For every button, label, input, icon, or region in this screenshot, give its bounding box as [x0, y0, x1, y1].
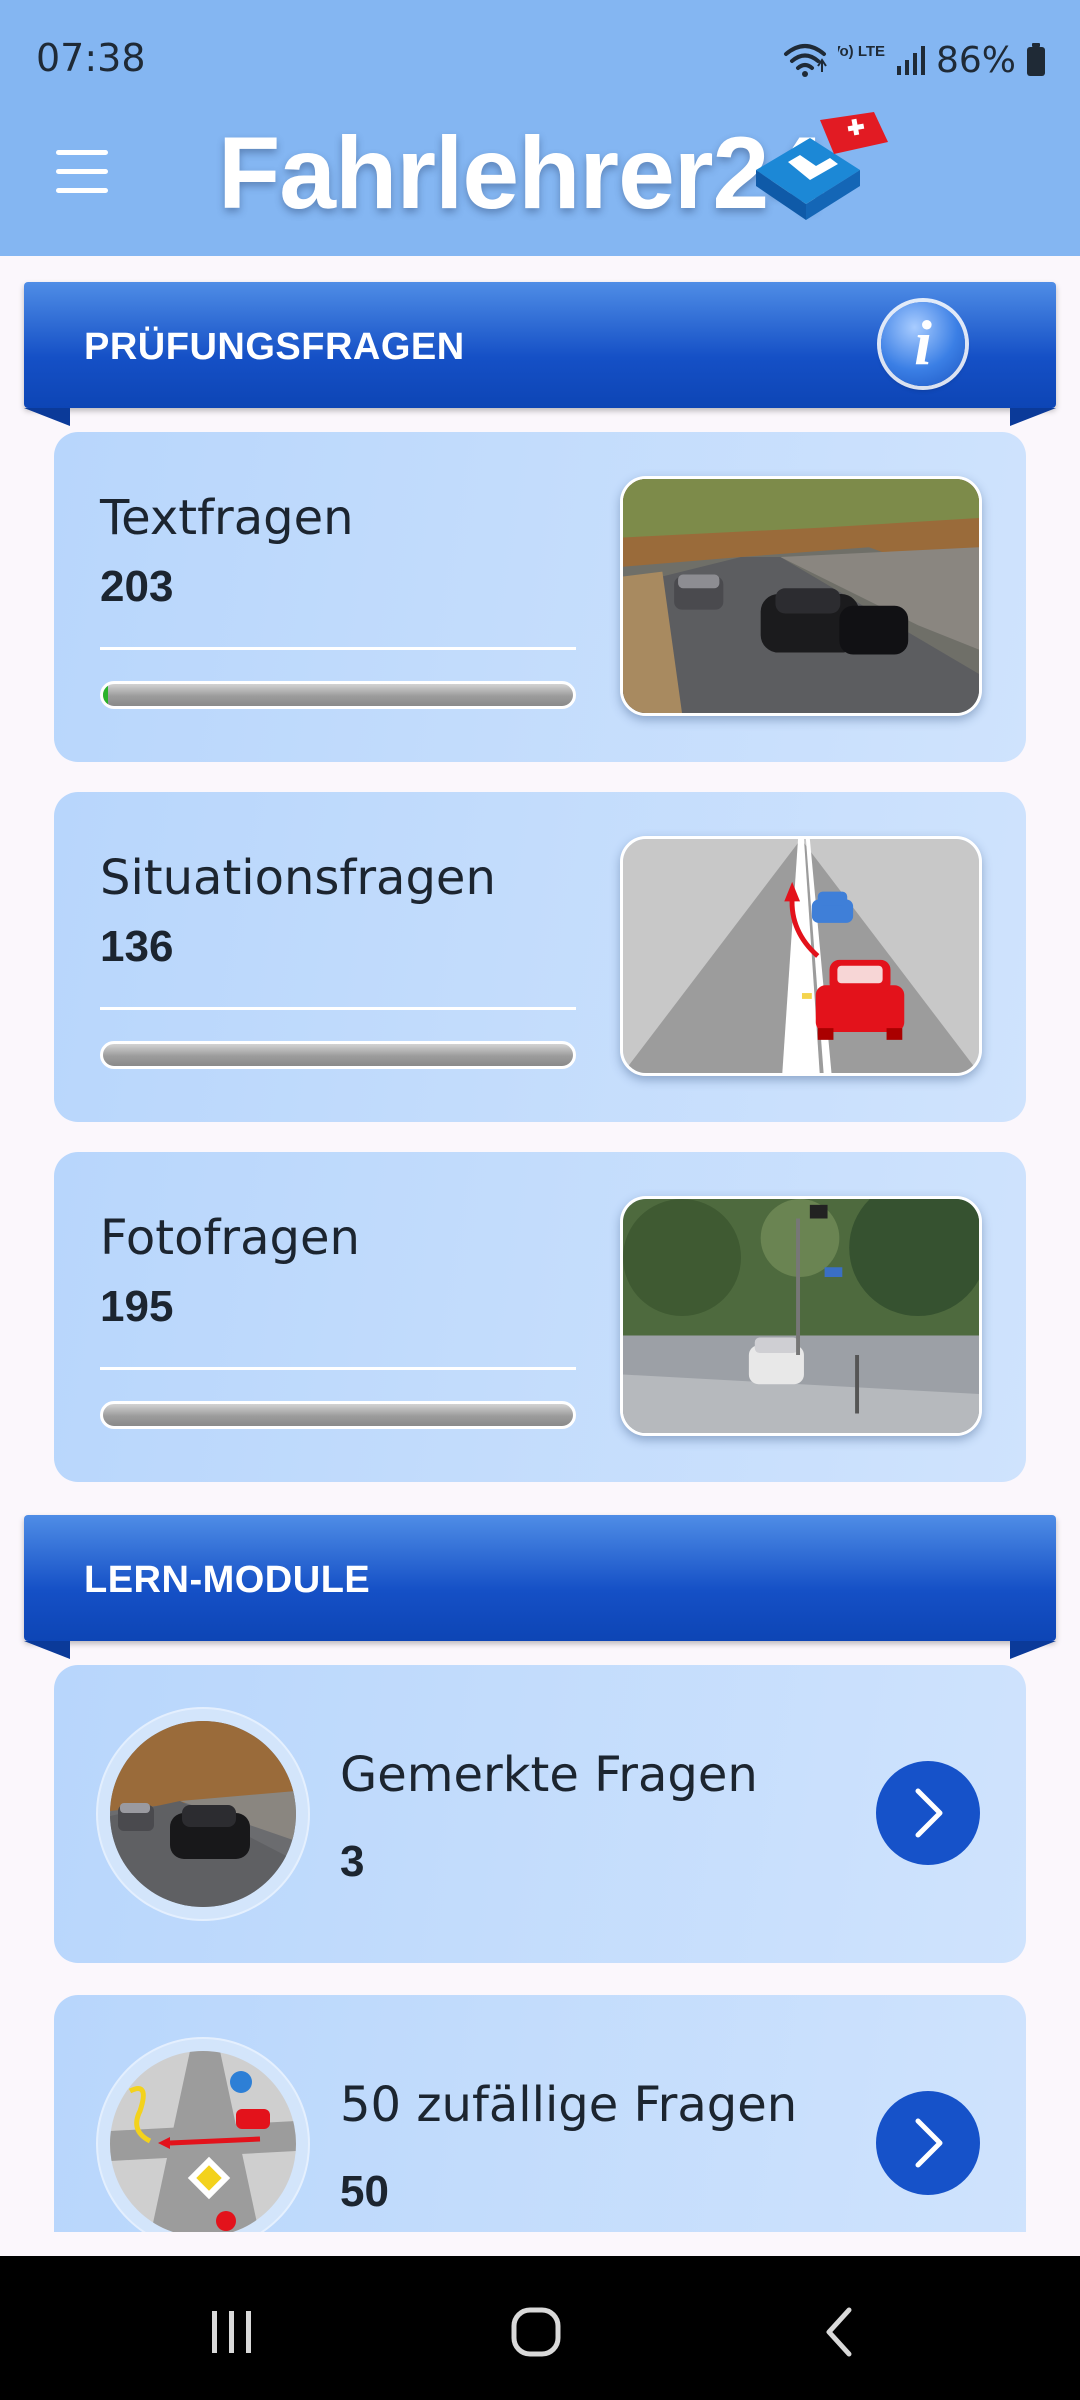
- module-avatar: [98, 2039, 308, 2249]
- open-gemerkte-fragen-button[interactable]: [876, 1761, 980, 1865]
- photo-thumbnail-street: [620, 1196, 982, 1436]
- battery-icon: [1027, 43, 1045, 76]
- card-count: 136: [100, 922, 174, 971]
- card-count: 203: [100, 562, 174, 611]
- home-icon[interactable]: [496, 2292, 576, 2372]
- battery-percent: 86%: [935, 39, 1016, 81]
- section-title-learn-modules: LERN-MODULE: [84, 1559, 371, 1601]
- chevron-right-icon: [915, 1788, 943, 1838]
- volte-icon: Vo) LTE1: [838, 43, 886, 60]
- card-label: Textfragen: [100, 490, 354, 546]
- card-label: Fotofragen: [100, 1210, 360, 1266]
- screen: 07:38 Vo) LTE1 86%: [0, 0, 1080, 2400]
- system-nav-bar: [0, 2256, 1080, 2400]
- learn-modules-header: LERN-MODULE: [24, 1515, 1056, 1659]
- section-title-exam-questions: PRÜFUNGSFRAGEN: [84, 326, 465, 368]
- wifi-icon: [783, 44, 827, 77]
- photo-thumbnail-road: [620, 476, 982, 716]
- situation-illustration-overtaking: [620, 836, 982, 1076]
- progress-fill: [103, 684, 108, 706]
- status-time: 07:38: [36, 36, 146, 80]
- module-label: 50 zufällige Fragen: [340, 2077, 798, 2133]
- card-label: Situationsfragen: [100, 850, 496, 906]
- exam-questions-header: PRÜFUNGSFRAGEN i: [24, 282, 1056, 426]
- back-icon[interactable]: [800, 2292, 880, 2372]
- divider: [100, 1367, 576, 1370]
- progress-bar: [100, 681, 576, 709]
- question-card-situationsfragen[interactable]: Situationsfragen 136: [54, 792, 1026, 1122]
- scroll-clip: [0, 2232, 1080, 2256]
- progress-bar: [100, 1401, 576, 1429]
- divider: [100, 647, 576, 650]
- module-count: 50: [340, 2167, 389, 2216]
- module-count: 3: [340, 1837, 365, 1886]
- question-card-textfragen[interactable]: Textfragen 203: [54, 432, 1026, 762]
- status-icons: Vo) LTE1 86%: [782, 36, 1046, 84]
- network-label: Vo) LTE1: [838, 43, 886, 60]
- recents-icon[interactable]: [192, 2292, 272, 2372]
- question-card-fotofragen[interactable]: Fotofragen 195: [54, 1152, 1026, 1482]
- menu-icon[interactable]: [52, 148, 112, 196]
- module-card-gemerkte-fragen[interactable]: Gemerkte Fragen 3: [54, 1665, 1026, 1963]
- signal-icon: [896, 46, 925, 75]
- app-header: 07:38 Vo) LTE1 86%: [0, 0, 1080, 256]
- fahrlehrer24-logo: [756, 112, 888, 220]
- module-avatar: [98, 1709, 308, 1919]
- progress-bar: [100, 1041, 576, 1069]
- card-count: 195: [100, 1282, 174, 1331]
- divider: [100, 1007, 576, 1010]
- chevron-right-icon: [915, 2118, 943, 2168]
- module-label: Gemerkte Fragen: [340, 1747, 758, 1803]
- info-icon[interactable]: i: [881, 302, 965, 386]
- open-zufaellige-fragen-button[interactable]: [876, 2091, 980, 2195]
- app-title: Fahrlehrer24: [218, 116, 825, 230]
